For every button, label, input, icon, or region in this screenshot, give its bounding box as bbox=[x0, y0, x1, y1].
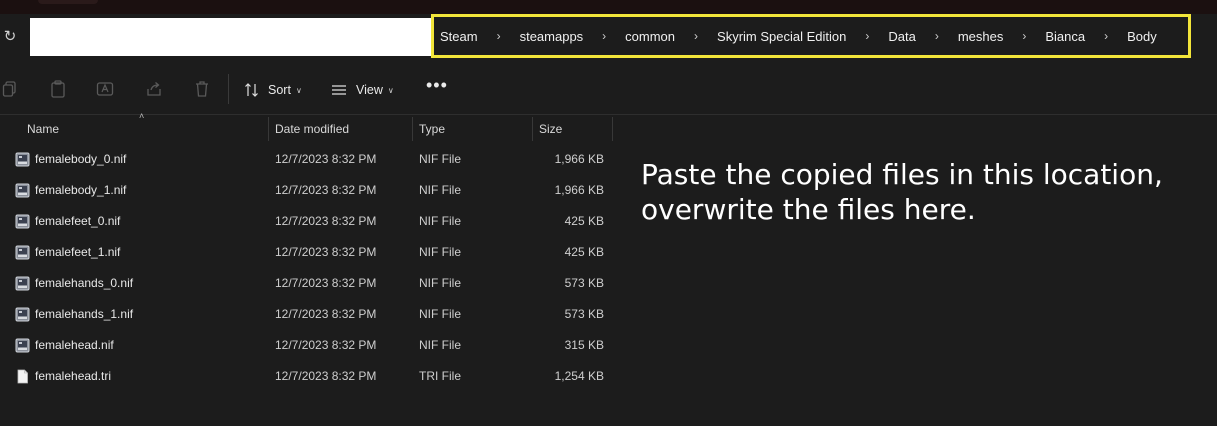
file-type: NIF File bbox=[419, 245, 461, 259]
copy-icon[interactable] bbox=[2, 80, 20, 98]
file-name: femalehead.tri bbox=[35, 369, 112, 383]
column-divider[interactable] bbox=[412, 117, 413, 141]
refresh-icon[interactable]: ↻ bbox=[2, 27, 18, 47]
breadcrumb: Steam › steamapps › common › Skyrim Special Ed… bbox=[431, 14, 1191, 58]
file-date-modified: 12/7/2023 8:32 PM bbox=[275, 152, 377, 166]
nif-file-icon bbox=[15, 183, 30, 198]
file-date-modified: 12/7/2023 8:32 PM bbox=[275, 214, 377, 228]
file-row[interactable]: femalehands_0.nif 12/7/2023 8:32 PM NIF Fi… bbox=[0, 268, 620, 299]
chevron-down-icon: ∨ bbox=[295, 85, 302, 95]
nif-file-icon bbox=[15, 152, 30, 167]
file-size: 1,966 KB bbox=[554, 152, 604, 166]
column-header-size[interactable]: Size bbox=[539, 115, 562, 143]
annotation-line-1: Paste the copied files in this location, bbox=[641, 158, 1163, 191]
breadcrumb-item[interactable]: Skyrim Special Edition bbox=[717, 29, 846, 44]
file-name: femalehands_1.nif bbox=[35, 307, 134, 321]
title-strip bbox=[0, 0, 1217, 14]
chevron-right-icon[interactable]: › bbox=[478, 29, 520, 43]
rename-icon[interactable] bbox=[96, 80, 114, 98]
file-row[interactable]: femalehead.tri 12/7/2023 8:32 PM TRI File 1… bbox=[0, 361, 620, 392]
view-icon bbox=[332, 85, 346, 95]
view-button[interactable]: View ∨ bbox=[331, 80, 394, 100]
file-name: femalefeet_0.nif bbox=[35, 214, 121, 228]
file-size: 573 KB bbox=[564, 307, 604, 321]
file-type: NIF File bbox=[419, 214, 461, 228]
file-type: NIF File bbox=[419, 338, 461, 352]
column-header-name[interactable]: Name bbox=[27, 115, 59, 143]
file-type: NIF File bbox=[419, 183, 461, 197]
file-name: femalehead.nif bbox=[35, 338, 114, 352]
annotation-line-2: overwrite the files here. bbox=[641, 193, 976, 226]
file-size: 573 KB bbox=[564, 276, 604, 290]
sort-label: Sort bbox=[268, 83, 291, 97]
chevron-right-icon[interactable]: › bbox=[846, 29, 888, 43]
view-label: View bbox=[356, 83, 383, 97]
chevron-right-icon[interactable]: › bbox=[916, 29, 958, 43]
chevron-right-icon[interactable]: › bbox=[1085, 29, 1127, 43]
file-size: 425 KB bbox=[564, 214, 604, 228]
nif-file-icon bbox=[15, 276, 30, 291]
file-type: NIF File bbox=[419, 276, 461, 290]
sort-ascending-icon: ˄ bbox=[139, 111, 145, 121]
toolbar-divider bbox=[228, 74, 229, 104]
file-date-modified: 12/7/2023 8:32 PM bbox=[275, 276, 377, 290]
file-row[interactable]: femalebody_0.nif 12/7/2023 8:32 PM NIF Fil… bbox=[0, 144, 620, 175]
file-type: NIF File bbox=[419, 152, 461, 166]
file-date-modified: 12/7/2023 8:32 PM bbox=[275, 245, 377, 259]
file-size: 1,254 KB bbox=[554, 369, 604, 383]
breadcrumb-item[interactable]: steamapps bbox=[520, 29, 584, 44]
blank-file-icon bbox=[15, 369, 30, 384]
delete-icon[interactable] bbox=[193, 80, 211, 98]
chevron-down-icon: ∨ bbox=[387, 85, 394, 95]
breadcrumb-item[interactable]: Body bbox=[1127, 29, 1157, 44]
file-name: femalebody_1.nif bbox=[35, 183, 127, 197]
file-date-modified: 12/7/2023 8:32 PM bbox=[275, 369, 377, 383]
file-list: femalebody_0.nif 12/7/2023 8:32 PM NIF Fil… bbox=[0, 144, 620, 392]
sort-button[interactable]: Sort ∨ bbox=[244, 80, 302, 100]
file-row[interactable]: femalehands_1.nif 12/7/2023 8:32 PM NIF Fi… bbox=[0, 299, 620, 330]
breadcrumb-item[interactable]: Bianca bbox=[1045, 29, 1085, 44]
chevron-right-icon[interactable]: › bbox=[675, 29, 717, 43]
column-divider[interactable] bbox=[268, 117, 269, 141]
instruction-annotation: Paste the copied files in this location,… bbox=[641, 157, 1201, 227]
address-field[interactable] bbox=[30, 18, 432, 56]
file-name: femalehands_0.nif bbox=[35, 276, 134, 290]
chevron-right-icon[interactable]: › bbox=[1003, 29, 1045, 43]
file-name: femalebody_0.nif bbox=[35, 152, 127, 166]
nif-file-icon bbox=[15, 307, 30, 322]
file-row[interactable]: femalefeet_0.nif 12/7/2023 8:32 PM NIF Fil… bbox=[0, 206, 620, 237]
more-options-button[interactable]: ••• bbox=[426, 76, 447, 98]
file-row[interactable]: femalebody_1.nif 12/7/2023 8:32 PM NIF Fil… bbox=[0, 175, 620, 206]
nif-file-icon bbox=[15, 338, 30, 353]
nif-file-icon bbox=[15, 245, 30, 260]
share-icon[interactable] bbox=[145, 80, 163, 98]
file-date-modified: 12/7/2023 8:32 PM bbox=[275, 338, 377, 352]
file-type: TRI File bbox=[419, 369, 461, 383]
file-row[interactable]: femalehead.nif 12/7/2023 8:32 PM NIF File 3… bbox=[0, 330, 620, 361]
column-divider[interactable] bbox=[532, 117, 533, 141]
file-date-modified: 12/7/2023 8:32 PM bbox=[275, 183, 377, 197]
chevron-right-icon[interactable]: › bbox=[583, 29, 625, 43]
command-bar bbox=[0, 64, 1217, 115]
breadcrumb-item[interactable]: Data bbox=[888, 29, 915, 44]
file-size: 315 KB bbox=[564, 338, 604, 352]
column-divider[interactable] bbox=[612, 117, 613, 141]
nif-file-icon bbox=[15, 214, 30, 229]
breadcrumb-item[interactable]: Steam bbox=[440, 29, 478, 44]
sort-icon bbox=[245, 83, 258, 97]
file-size: 1,966 KB bbox=[554, 183, 604, 197]
tab-fragment[interactable] bbox=[38, 0, 98, 4]
file-date-modified: 12/7/2023 8:32 PM bbox=[275, 307, 377, 321]
breadcrumb-item[interactable]: common bbox=[625, 29, 675, 44]
file-row[interactable]: femalefeet_1.nif 12/7/2023 8:32 PM NIF Fil… bbox=[0, 237, 620, 268]
column-header-date[interactable]: Date modified bbox=[275, 115, 349, 143]
file-type: NIF File bbox=[419, 307, 461, 321]
paste-icon[interactable] bbox=[49, 80, 67, 98]
file-name: femalefeet_1.nif bbox=[35, 245, 121, 259]
column-header-type[interactable]: Type bbox=[419, 115, 445, 143]
breadcrumb-item[interactable]: meshes bbox=[958, 29, 1004, 44]
file-size: 425 KB bbox=[564, 245, 604, 259]
